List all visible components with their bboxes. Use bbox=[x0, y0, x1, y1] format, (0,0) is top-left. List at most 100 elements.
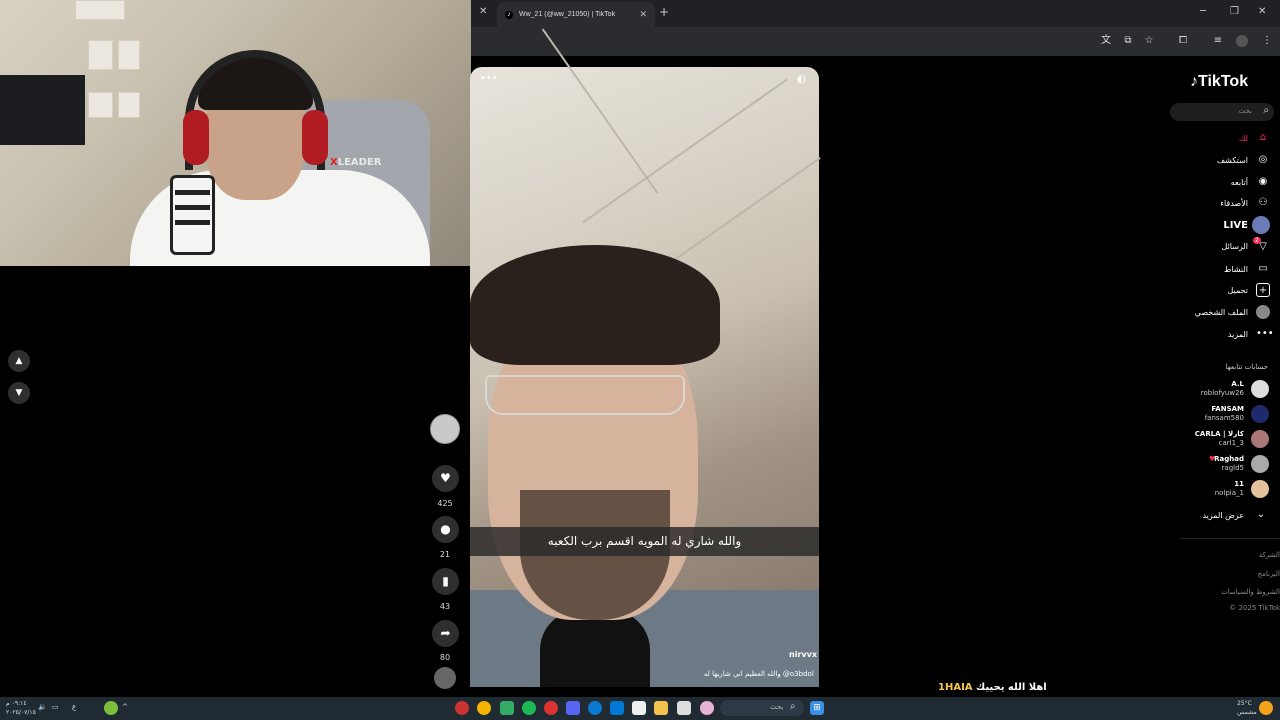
extensions-icon[interactable]: ⧠ bbox=[1177, 35, 1189, 47]
tiktok-logo[interactable]: ♪TikTok bbox=[1190, 73, 1248, 91]
store-icon[interactable] bbox=[610, 701, 624, 715]
account-name[interactable]: CARLA | كارلا bbox=[1195, 430, 1244, 438]
search-input[interactable]: بحث ⌕ bbox=[1170, 103, 1274, 121]
more-options-icon[interactable]: ••• bbox=[480, 73, 498, 84]
previous-video-button[interactable]: ▲ bbox=[8, 350, 30, 372]
nav-following[interactable]: أتابعه bbox=[1231, 178, 1248, 187]
tray-app-icon[interactable] bbox=[104, 701, 118, 715]
translate-icon[interactable]: 文 bbox=[1100, 35, 1112, 47]
nav-profile[interactable]: الملف الشخصي bbox=[1195, 308, 1248, 317]
bookmark-star-icon[interactable]: ☆ bbox=[1143, 35, 1155, 47]
file-icon[interactable] bbox=[677, 701, 691, 715]
account-name[interactable]: A.L bbox=[1231, 380, 1244, 388]
account-handle[interactable]: carl1_3 bbox=[1219, 439, 1244, 447]
account-avatar[interactable] bbox=[1251, 380, 1269, 398]
sidebar-divider bbox=[1180, 538, 1280, 539]
account-avatar[interactable] bbox=[1251, 430, 1269, 448]
windows-start-icon[interactable]: ⊞ bbox=[810, 701, 824, 715]
messages-badge: 2 bbox=[1253, 237, 1261, 244]
more-icon[interactable]: ••• bbox=[1256, 327, 1274, 341]
share-icon[interactable]: ➦ bbox=[432, 620, 459, 647]
volume-icon[interactable]: 🔉 bbox=[38, 703, 47, 711]
clock-time[interactable]: ٠٩:١٤ م bbox=[6, 700, 27, 707]
comment-icon[interactable]: ● bbox=[432, 516, 459, 543]
app-icon[interactable] bbox=[455, 701, 469, 715]
network-icon[interactable]: ▭ bbox=[52, 703, 59, 711]
video-caption: والله العظيم اني شاريها له @o3bdol bbox=[704, 670, 814, 678]
bookmark-icon[interactable]: ▮ bbox=[432, 568, 459, 595]
volume-icon[interactable]: ◖) bbox=[797, 74, 806, 85]
input-language[interactable]: ع bbox=[72, 703, 76, 711]
account-handle[interactable]: nolpia_1 bbox=[1215, 489, 1244, 497]
footer-terms[interactable]: الشروط والسياسات bbox=[1221, 588, 1280, 596]
browser-tab[interactable]: ♪ Ww_21 (@ww_21050) | TikTok ✕ bbox=[497, 2, 655, 27]
heart-icon[interactable]: ♥ bbox=[432, 465, 459, 492]
following-icon[interactable]: ◉ bbox=[1256, 175, 1270, 189]
close-icon[interactable]: ✕ bbox=[639, 9, 647, 20]
close-icon[interactable]: ✕ bbox=[479, 6, 487, 17]
edge-icon[interactable] bbox=[588, 701, 602, 715]
live-icon[interactable] bbox=[1252, 216, 1270, 234]
chrome-icon[interactable] bbox=[477, 701, 491, 715]
weather-temp[interactable]: 25°C bbox=[1237, 700, 1252, 707]
nav-activity[interactable]: النشاط bbox=[1224, 265, 1248, 274]
nav-upload[interactable]: تحميل bbox=[1228, 286, 1249, 295]
discord-icon[interactable] bbox=[566, 701, 580, 715]
footer-company[interactable]: الشركة bbox=[1259, 551, 1280, 559]
taskbar-search[interactable]: بحث ⌕ bbox=[720, 700, 804, 716]
account-name[interactable]: Raghad bbox=[1214, 455, 1244, 463]
terminal-icon[interactable] bbox=[500, 701, 514, 715]
upload-icon[interactable]: + bbox=[1256, 283, 1270, 297]
calendar-icon[interactable] bbox=[632, 701, 646, 715]
sun-icon[interactable] bbox=[1259, 701, 1273, 715]
search-icon[interactable]: ⌕ bbox=[1263, 105, 1269, 116]
restore-icon[interactable]: ❐ bbox=[1230, 6, 1239, 17]
account-avatar[interactable] bbox=[1251, 480, 1269, 498]
account-handle[interactable]: ragld5 bbox=[1222, 464, 1244, 472]
nav-explore[interactable]: استكشف bbox=[1217, 156, 1248, 165]
minimize-icon[interactable]: ─ bbox=[1200, 6, 1206, 17]
profile-avatar-icon[interactable] bbox=[1236, 35, 1248, 47]
reading-list-icon[interactable]: ≡ bbox=[1212, 35, 1224, 47]
chevron-up-icon[interactable]: ^ bbox=[122, 703, 128, 711]
chat-username: 1HAIA bbox=[938, 682, 973, 693]
account-handle[interactable]: fansam580 bbox=[1205, 414, 1244, 422]
account-avatar[interactable] bbox=[1251, 455, 1269, 473]
profile-icon[interactable] bbox=[1256, 305, 1270, 319]
music-disc-icon[interactable] bbox=[434, 667, 456, 689]
nav-friends[interactable]: الأصدقاء bbox=[1220, 199, 1248, 208]
new-tab-button[interactable]: + bbox=[659, 5, 669, 19]
weather-desc[interactable]: مشمس bbox=[1237, 709, 1257, 716]
install-app-icon[interactable]: ⧉ bbox=[1122, 35, 1134, 47]
account-name[interactable]: FANSAM bbox=[1211, 405, 1244, 413]
close-icon[interactable]: ✕ bbox=[1258, 6, 1266, 17]
compass-icon[interactable]: ◎ bbox=[1256, 153, 1270, 167]
menu-icon[interactable]: ⋮ bbox=[1261, 35, 1273, 47]
copilot-icon[interactable] bbox=[700, 701, 714, 715]
home-icon[interactable]: ⌂ bbox=[1256, 131, 1270, 145]
wall-shelf bbox=[88, 40, 113, 70]
nav-for-you[interactable]: لك bbox=[1239, 134, 1248, 143]
spotify-icon[interactable] bbox=[522, 701, 536, 715]
see-more-link[interactable]: عرض المزيد bbox=[1202, 511, 1244, 520]
tiktok-icon: ♪ bbox=[505, 10, 513, 19]
folder-icon[interactable] bbox=[654, 701, 668, 715]
creator-avatar[interactable] bbox=[430, 414, 460, 444]
nav-more[interactable]: المزيد bbox=[1228, 330, 1248, 339]
record-icon[interactable] bbox=[544, 701, 558, 715]
account-name[interactable]: 11 bbox=[1234, 480, 1244, 488]
nav-live[interactable]: LIVE bbox=[1223, 220, 1248, 231]
friends-icon[interactable]: ⚇ bbox=[1256, 196, 1270, 210]
account-avatar[interactable] bbox=[1251, 405, 1269, 423]
share-count: 80 bbox=[439, 653, 451, 662]
activity-icon[interactable]: ▭ bbox=[1256, 262, 1270, 276]
video-username[interactable]: nirvvx bbox=[789, 650, 817, 659]
chevron-down-icon[interactable]: ⌄ bbox=[1254, 508, 1268, 522]
nav-messages[interactable]: الرسائل bbox=[1222, 242, 1249, 251]
footer-program[interactable]: البرنامج bbox=[1258, 570, 1280, 578]
clock-date[interactable]: ٢٠٢٥/٠٧/١٥ bbox=[6, 709, 36, 716]
next-video-button[interactable]: ▼ bbox=[8, 382, 30, 404]
account-handle[interactable]: roblofyuw26 bbox=[1201, 389, 1244, 397]
stream-chat-message: 1HAIA اهلا الله يحييك bbox=[938, 682, 1047, 693]
browser-toolbar bbox=[471, 27, 1280, 56]
